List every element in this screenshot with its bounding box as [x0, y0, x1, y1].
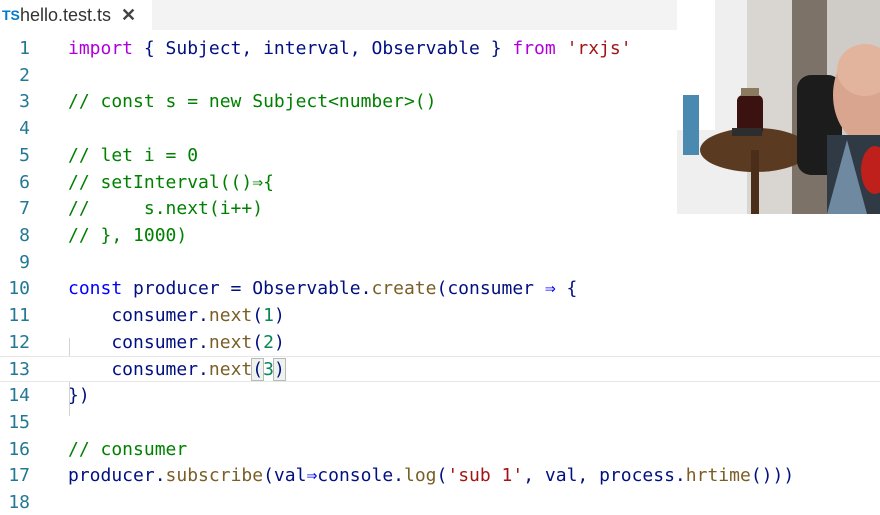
code-token: consumer.: [68, 305, 209, 326]
code-token: Subject: [165, 38, 242, 59]
code-token: .: [360, 278, 372, 300]
code-token: next: [208, 359, 253, 381]
code-token: producer =: [122, 278, 253, 300]
code-token: log: [404, 465, 437, 487]
code-line[interactable]: 10 const producer = Observable.create(con…: [0, 276, 880, 302]
code-text: consumer.next(3): [68, 357, 286, 383]
code-token: ): [272, 358, 286, 382]
code-token: ): [273, 331, 285, 353]
code-token: ,: [349, 38, 372, 59]
code-token: (consumer: [436, 278, 545, 300]
code-token: import: [68, 38, 134, 59]
line-number: 17: [8, 465, 30, 487]
code-token: // const s = new Subject<number>(): [68, 91, 437, 113]
code-token: const: [68, 278, 123, 300]
code-token: (: [251, 358, 265, 382]
line-number: 4: [19, 118, 30, 140]
code-token: {: [555, 278, 578, 300]
line-number: 8: [19, 224, 30, 246]
code-text: // consumer: [68, 437, 187, 463]
code-token: console.: [317, 465, 404, 487]
code-token: Observable: [371, 38, 480, 59]
code-token: 2: [263, 331, 274, 353]
line-number: 11: [8, 305, 30, 326]
tab-label: hello.test.ts: [20, 4, 112, 25]
code-text: // let i = 0: [68, 143, 198, 169]
line-number: 3: [19, 91, 30, 113]
line-number: 5: [19, 144, 30, 166]
code-text: import { Subject, interval, Observable }…: [68, 36, 632, 62]
code-token: // setInterval(()⇒{: [68, 171, 274, 193]
code-token: // }, 1000): [68, 224, 188, 246]
code-line[interactable]: 16 // consumer: [0, 437, 880, 463]
webcam-image: [677, 0, 880, 214]
code-token: next: [208, 305, 253, 326]
line-number: 16: [8, 438, 30, 460]
code-text: // }, 1000): [68, 223, 187, 249]
code-token: consumer.: [68, 331, 209, 353]
line-number: 10: [8, 278, 30, 300]
code-text: consumer.next(1): [68, 303, 285, 329]
line-number: 13: [8, 359, 30, 381]
code-token: ())): [750, 465, 795, 487]
code-token: // consumer: [68, 438, 188, 460]
code-line[interactable]: 15: [0, 410, 880, 436]
code-line[interactable]: 12 consumer.next(2): [0, 330, 880, 356]
line-number: 9: [19, 251, 30, 273]
code-token: {: [133, 38, 166, 59]
code-token: ,: [241, 38, 264, 59]
code-token: consumer.: [68, 359, 209, 381]
code-line[interactable]: 14}): [0, 383, 880, 409]
code-token: // s.next(i++): [68, 198, 264, 220]
code-text: consumer.next(2): [68, 330, 285, 356]
code-token: ): [273, 305, 285, 326]
code-token: producer.: [68, 465, 166, 487]
code-token: ⇒: [544, 278, 556, 300]
line-number: 14: [8, 385, 30, 407]
line-number: 18: [8, 491, 30, 513]
code-token: from: [512, 38, 556, 59]
code-text: producer.subscribe(val⇒console.log('sub …: [68, 463, 794, 489]
code-token: create: [371, 278, 437, 300]
close-icon[interactable]: ✕: [121, 5, 136, 26]
code-token: next: [208, 331, 253, 353]
code-text: }): [68, 383, 90, 409]
code-token: subscribe: [165, 465, 264, 487]
line-number: 2: [19, 64, 30, 86]
code-token: (: [252, 331, 264, 353]
code-line[interactable]: 17 producer.subscribe(val⇒console.log('su…: [0, 463, 880, 489]
code-token: interval: [263, 38, 350, 59]
code-token: hrtime: [685, 465, 751, 487]
line-number: 1: [19, 38, 30, 59]
tab-hello-test-ts[interactable]: TS hello.test.ts ✕: [0, 0, 152, 30]
code-token: 'rxjs': [566, 38, 632, 59]
line-number: 15: [8, 411, 30, 433]
code-token: // let i = 0: [68, 144, 199, 166]
typescript-file-icon: TS: [2, 7, 20, 23]
line-number: 6: [19, 171, 30, 193]
code-token: (val: [263, 465, 307, 487]
code-token: (: [252, 305, 264, 326]
code-token: 'sub 1': [447, 465, 524, 487]
line-number: 7: [19, 198, 30, 220]
code-line[interactable]: 9: [0, 250, 880, 276]
code-token: ⇒: [306, 465, 318, 487]
code-token: , val, process.: [523, 465, 686, 487]
code-text: // const s = new Subject<number>(): [68, 89, 436, 115]
code-line[interactable]: 13 consumer.next(3): [0, 356, 880, 383]
code-token: }): [68, 385, 90, 407]
code-token: Observable: [252, 278, 361, 300]
code-text: // setInterval(()⇒{: [68, 170, 274, 196]
line-number: 12: [8, 331, 30, 353]
code-text: // s.next(i++): [68, 196, 263, 222]
code-line[interactable]: 18: [0, 490, 880, 515]
code-token: (: [436, 465, 448, 487]
webcam-overlay: [677, 0, 880, 214]
code-line[interactable]: 11 consumer.next(1): [0, 303, 880, 329]
code-text: const producer = Observable.create(consu…: [68, 276, 577, 302]
code-token: }: [479, 38, 513, 59]
code-line[interactable]: 8 // }, 1000): [0, 223, 880, 249]
code-token: 1: [263, 305, 274, 326]
